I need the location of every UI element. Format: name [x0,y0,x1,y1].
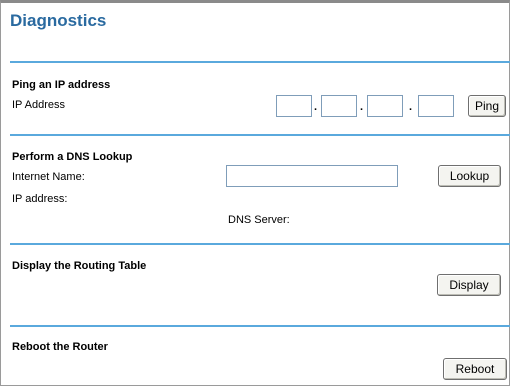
divider [10,61,510,63]
ping-button[interactable]: Ping [468,95,506,117]
routing-section-title: Display the Routing Table [12,260,147,272]
reboot-section-title: Reboot the Router [12,341,108,353]
divider [10,243,510,245]
ip-octet-4-input[interactable] [418,95,454,117]
display-button[interactable]: Display [437,274,501,296]
internet-name-label: Internet Name: [12,171,85,183]
ip-address-result-label: IP address: [12,193,68,205]
divider [10,134,510,136]
internet-name-input[interactable] [226,165,398,187]
lookup-button[interactable]: Lookup [438,165,501,187]
dns-server-label: DNS Server: [228,214,290,226]
ip-octet-2-input[interactable] [321,95,357,117]
dns-section-title: Perform a DNS Lookup [12,151,133,163]
ip-address-label: IP Address [12,99,65,111]
reboot-button[interactable]: Reboot [443,358,507,380]
ping-section-title: Ping an IP address [12,79,111,91]
divider [10,325,510,327]
ip-octet-3-input[interactable] [367,95,403,117]
ip-separator: . [314,101,318,113]
page-frame [0,0,510,386]
ip-octet-1-input[interactable] [276,95,312,117]
ip-separator: . [360,101,364,113]
ip-separator: . [409,101,413,113]
page-title: Diagnostics [10,11,107,30]
